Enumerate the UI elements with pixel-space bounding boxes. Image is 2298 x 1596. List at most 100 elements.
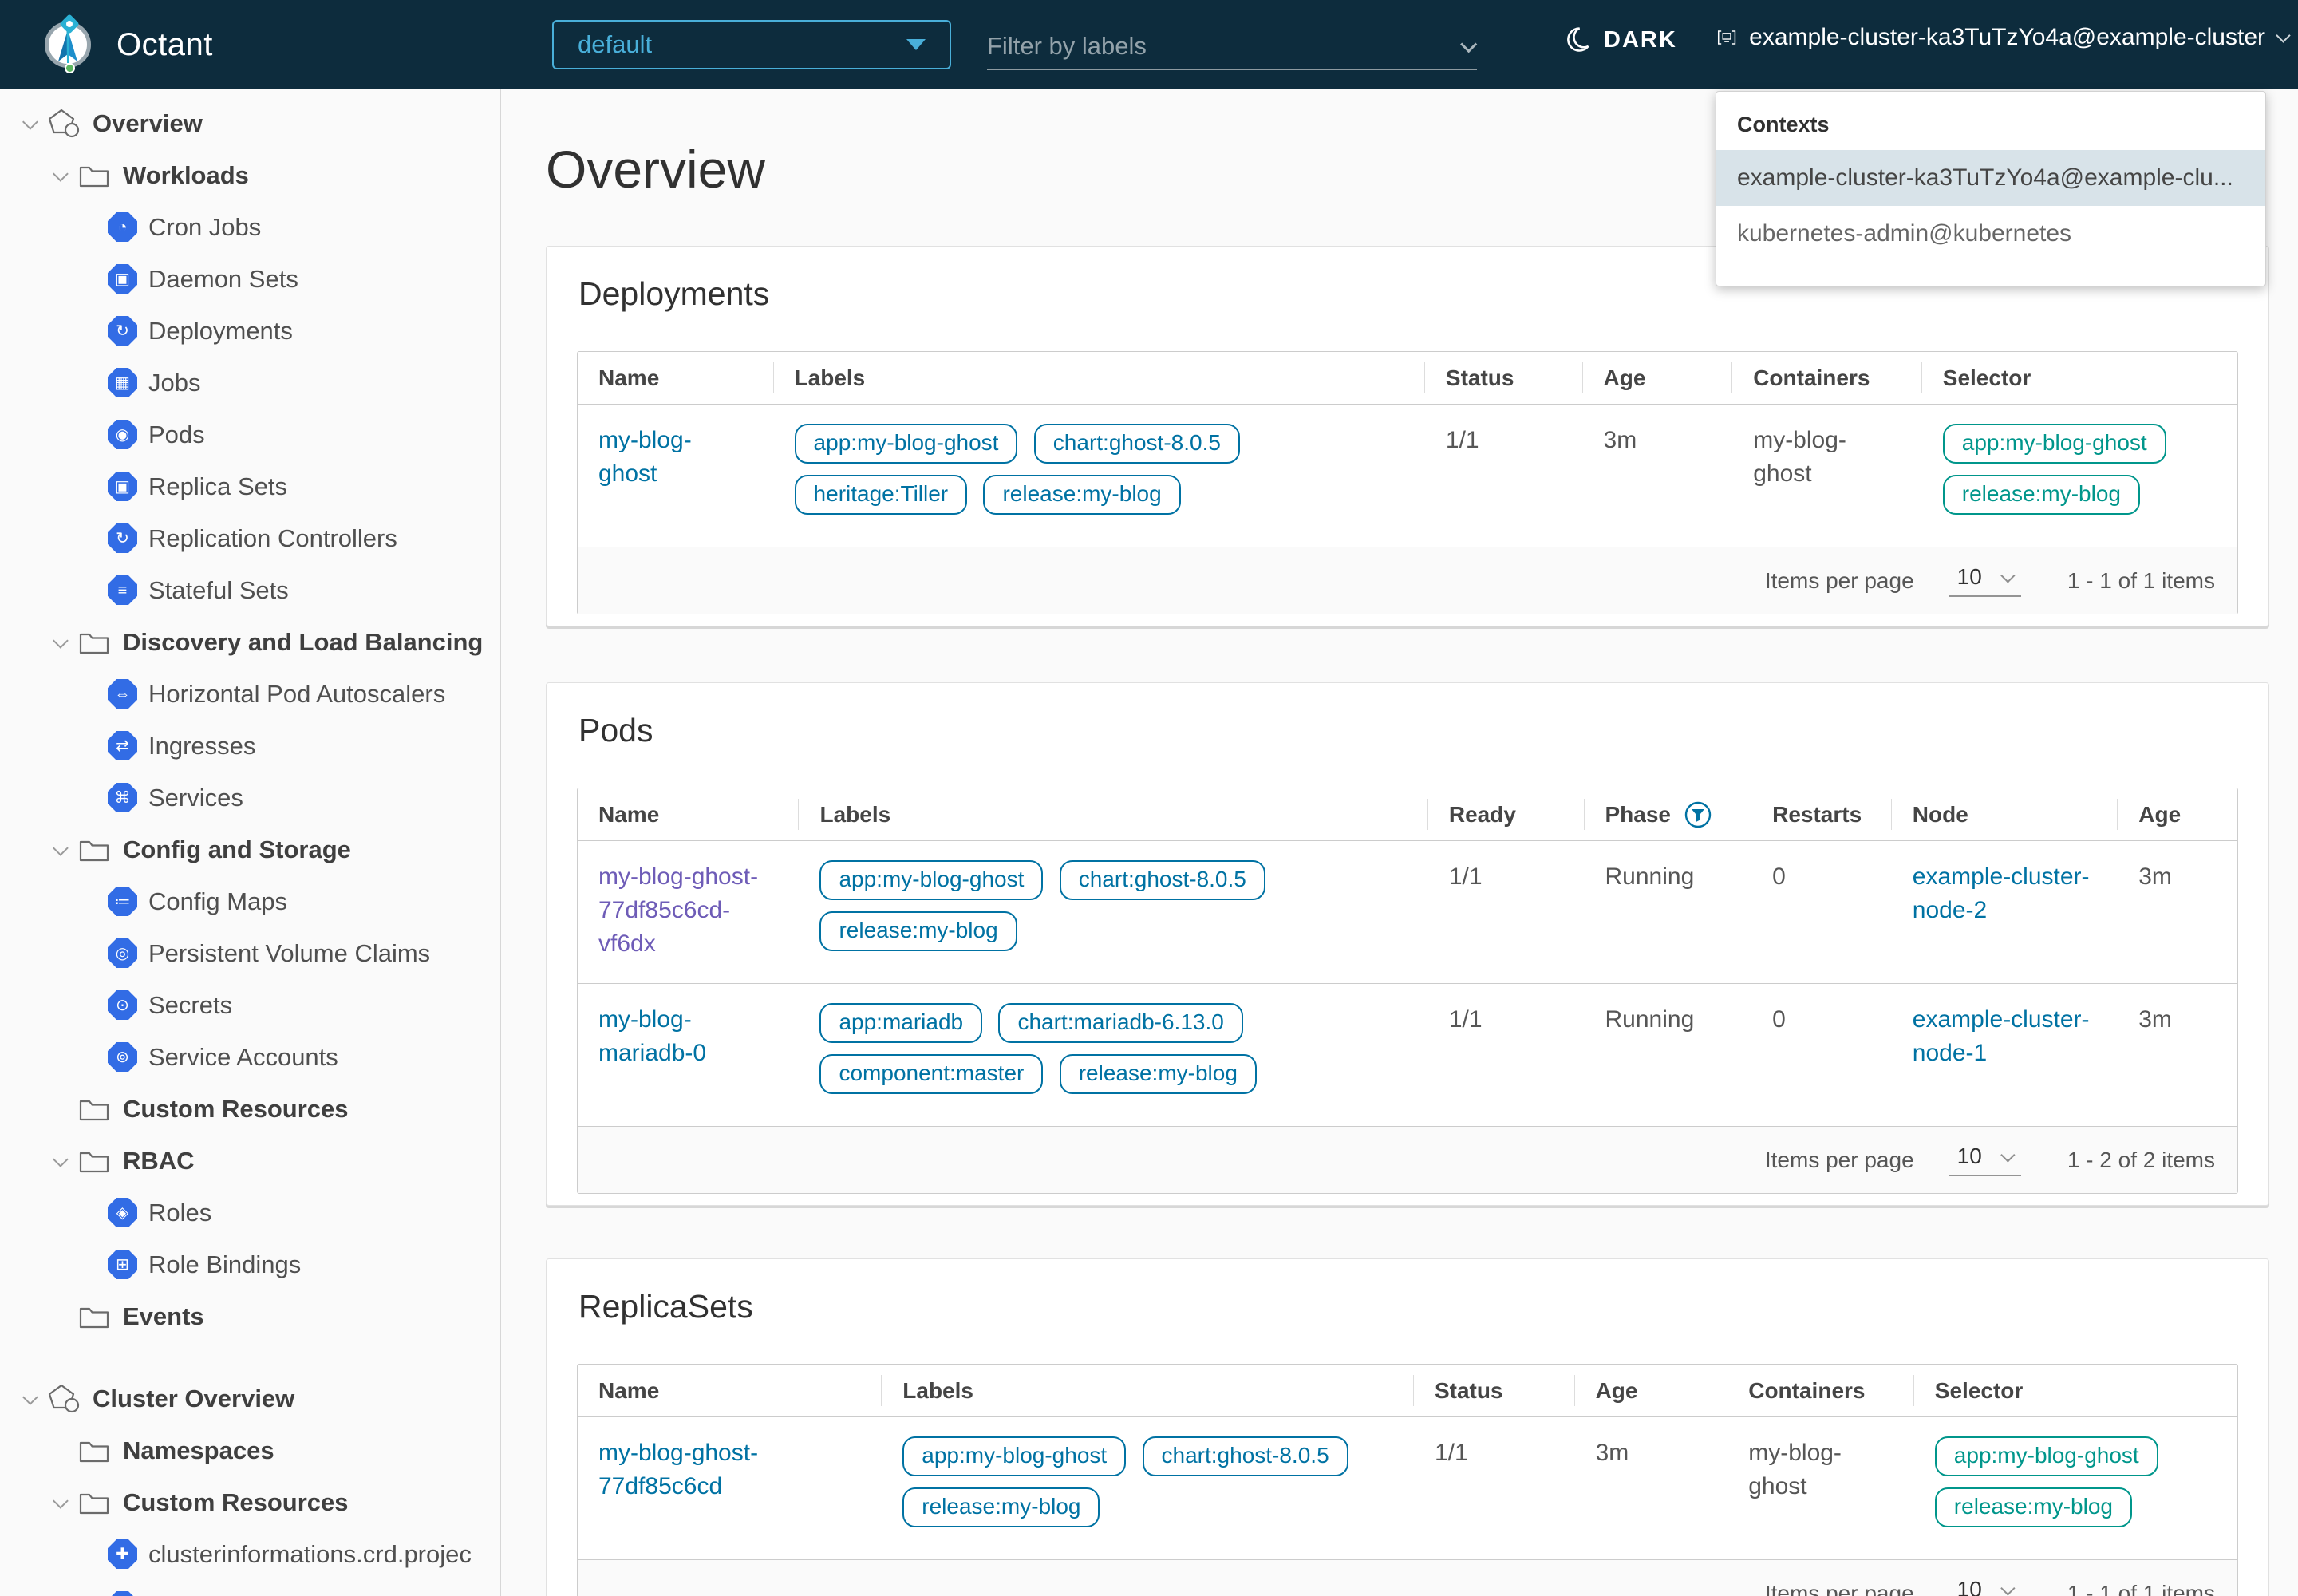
ready-cell: 1/1 [1428, 860, 1585, 962]
items-per-page-select[interactable]: 10 [1949, 1144, 2021, 1176]
column-header-selector: Selector [1914, 1365, 2237, 1416]
table-header-row: Name Labels Ready Phase Restarts Node Ag… [578, 788, 2237, 841]
folder-icon [77, 1304, 112, 1329]
status-cell: 1/1 [1414, 1436, 1575, 1539]
sidebar-item-rbac[interactable]: RBAC [0, 1135, 500, 1187]
replicasets-card-title: ReplicaSets [578, 1288, 2238, 1325]
label-tag[interactable]: release:my-blog [1060, 1054, 1257, 1094]
items-per-page-select[interactable]: 10 [1949, 564, 2021, 597]
table-row: my-blog-ghost-77df85c6cd app:my-blog-gho… [578, 1417, 2237, 1559]
sidebar-item-discovery-and-load-balancing[interactable]: Discovery and Load Balancing [0, 616, 500, 668]
label-tag[interactable]: heritage:Tiller [795, 475, 968, 515]
label-tag[interactable]: chart:mariadb-6.13.0 [998, 1003, 1242, 1043]
sidebar-item-replication-controllers[interactable]: ↻ Replication Controllers [0, 512, 500, 564]
context-menu-item-selected[interactable]: example-cluster-ka3TuTzYo4a@example-clu.… [1716, 150, 2265, 206]
sidebar-item-custom-resources-cluster[interactable]: Custom Resources [0, 1476, 500, 1528]
sidebar-item-role-bindings[interactable]: ⊞ Role Bindings [0, 1238, 500, 1290]
sidebar-item-events[interactable]: Events [0, 1290, 500, 1342]
sidebar-item-workloads[interactable]: Workloads [0, 149, 500, 201]
items-per-page-select[interactable]: 10 [1949, 1577, 2021, 1596]
context-selector-button[interactable]: example-cluster-ka3TuTzYo4a@example-clus… [1717, 24, 2288, 51]
label-tag[interactable]: release:my-blog [819, 911, 1017, 951]
pod-name-link[interactable]: my-blog-mariadb-0 [598, 1003, 718, 1070]
contexts-dropdown-title: Contexts [1716, 92, 2265, 150]
sidebar-item-deployments[interactable]: ↻ Deployments [0, 305, 500, 357]
sidebar-item-replica-sets[interactable]: ▣ Replica Sets [0, 460, 500, 512]
sidebar-item-persistent-volume-claims[interactable]: ◎ Persistent Volume Claims [0, 927, 500, 979]
chevron-down-icon[interactable] [48, 844, 77, 855]
table-row: my-blog-ghost-77df85c6cd-vf6dx app:my-bl… [578, 841, 2237, 983]
selector-tag[interactable]: app:my-blog-ghost [1935, 1436, 2158, 1476]
namespace-dropdown[interactable]: default [552, 20, 951, 69]
sidebar-item-clusterinformations-crd[interactable]: ✚ clusterinformations.crd.projec [0, 1528, 500, 1580]
selector-tag[interactable]: app:my-blog-ghost [1943, 424, 2166, 464]
pagination-range: 1 - 2 of 2 items [2067, 1148, 2215, 1173]
selector-tag[interactable]: release:my-blog [1935, 1487, 2132, 1527]
chevron-down-icon[interactable] [48, 170, 77, 181]
sidebar-item-cluster-overview[interactable]: Cluster Overview [0, 1373, 500, 1424]
context-selector-label: example-cluster-ka3TuTzYo4a@example-clus… [1749, 24, 2265, 51]
context-menu-item[interactable]: kubernetes-admin@kubernetes [1716, 206, 2265, 262]
sidebar-item-cron-jobs[interactable]: ◔ Cron Jobs [0, 201, 500, 253]
chevron-down-icon[interactable] [18, 118, 46, 129]
sidebar-item-config-maps[interactable]: ≔ Config Maps [0, 875, 500, 927]
label-tag[interactable]: release:my-blog [902, 1487, 1100, 1527]
column-header-name: Name [578, 352, 774, 404]
sidebar-item-custom-resources[interactable]: Custom Resources [0, 1083, 500, 1135]
label-filter-input[interactable]: Filter by labels [987, 24, 1477, 70]
moon-icon [1562, 26, 1591, 54]
label-tag[interactable]: release:my-blog [983, 475, 1180, 515]
sidebar-item-ingresses[interactable]: ⇄ Ingresses [0, 720, 500, 772]
label-tag[interactable]: app:mariadb [819, 1003, 982, 1043]
deployments-table: Name Labels Status Age Containers Select… [577, 351, 2238, 614]
sidebar-item-pods[interactable]: ◉ Pods [0, 409, 500, 460]
sidebar-item-csidrivers-crd[interactable]: ✚ csidrivers.csi.storage.k8s.io [0, 1580, 500, 1596]
selector-tag[interactable]: release:my-blog [1943, 475, 2140, 515]
replicaset-name-link[interactable]: my-blog-ghost-77df85c6cd [598, 1436, 782, 1503]
replicationcontroller-badge-icon: ↻ [108, 523, 137, 553]
chevron-down-icon[interactable] [18, 1393, 46, 1404]
label-tag[interactable]: app:my-blog-ghost [902, 1436, 1126, 1476]
items-per-page-label: Items per page [1765, 1148, 1914, 1173]
theme-toggle[interactable]: DARK [1562, 26, 1677, 54]
table-pagination: Items per page 10 1 - 1 of 1 items [578, 1559, 2237, 1596]
sidebar-item-stateful-sets[interactable]: ≡ Stateful Sets [0, 564, 500, 616]
node-link[interactable]: example-cluster-node-2 [1913, 860, 2108, 927]
label-tag[interactable]: chart:ghost-8.0.5 [1143, 1436, 1348, 1476]
chevron-down-icon [2000, 1581, 2015, 1595]
label-tag[interactable]: chart:ghost-8.0.5 [1060, 860, 1265, 900]
replicaset-badge-icon: ▣ [108, 472, 137, 501]
deployment-name-link[interactable]: my-blog-ghost [598, 424, 718, 491]
label-tag[interactable]: component:master [819, 1054, 1043, 1094]
cluster-icon [1717, 24, 1736, 51]
pod-name-link[interactable]: my-blog-ghost-77df85c6cd-vf6dx [598, 860, 782, 961]
chevron-down-icon[interactable] [48, 637, 77, 648]
sidebar-item-service-accounts[interactable]: ⊚ Service Accounts [0, 1031, 500, 1083]
crd-badge-icon: ✚ [108, 1539, 137, 1569]
node-link[interactable]: example-cluster-node-1 [1913, 1003, 2108, 1070]
sidebar-item-jobs[interactable]: ▦ Jobs [0, 357, 500, 409]
applications-icon [46, 1383, 81, 1415]
age-cell: 3m [2118, 860, 2237, 962]
sidebar-item-overview[interactable]: Overview [0, 97, 500, 149]
sidebar-item-daemon-sets[interactable]: ▣ Daemon Sets [0, 253, 500, 305]
filter-icon[interactable] [1684, 800, 1712, 829]
pvc-badge-icon: ◎ [108, 938, 137, 968]
chevron-down-icon[interactable] [48, 1156, 77, 1167]
replicasets-table: Name Labels Status Age Containers Select… [577, 1364, 2238, 1596]
label-tag[interactable]: chart:ghost-8.0.5 [1034, 424, 1240, 464]
sidebar-item-config-and-storage[interactable]: Config and Storage [0, 824, 500, 875]
serviceaccount-badge-icon: ⊚ [108, 1042, 137, 1072]
label-tag[interactable]: app:my-blog-ghost [819, 860, 1043, 900]
configmap-badge-icon: ≔ [108, 887, 137, 916]
sidebar-item-horizontal-pod-autoscalers[interactable]: ⇔ Horizontal Pod Autoscalers [0, 668, 500, 720]
sidebar-item-namespaces[interactable]: Namespaces [0, 1424, 500, 1476]
items-per-page-label: Items per page [1765, 568, 1914, 594]
sidebar-item-services[interactable]: ⌘ Services [0, 772, 500, 824]
sidebar-item-roles[interactable]: ◈ Roles [0, 1187, 500, 1238]
chevron-down-icon[interactable] [48, 1497, 77, 1508]
crd-badge-icon: ✚ [108, 1591, 137, 1596]
sidebar-item-secrets[interactable]: ⊙ Secrets [0, 979, 500, 1031]
job-badge-icon: ▦ [108, 368, 137, 397]
label-tag[interactable]: app:my-blog-ghost [795, 424, 1018, 464]
